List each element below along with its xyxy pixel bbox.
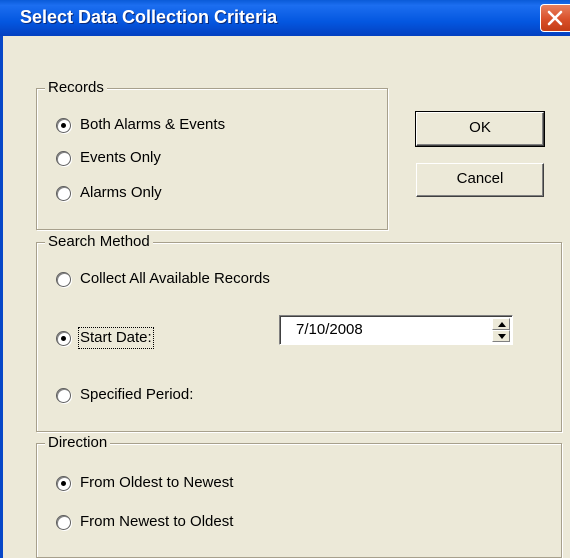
radio-start-date[interactable]: Start Date: bbox=[56, 327, 154, 349]
search-method-legend: Search Method bbox=[45, 233, 153, 251]
radio-collect-all[interactable]: Collect All Available Records bbox=[56, 270, 270, 288]
radio-button[interactable] bbox=[56, 271, 71, 287]
radio-events-only[interactable]: Events Only bbox=[56, 149, 161, 167]
ok-button[interactable]: OK bbox=[415, 111, 545, 147]
start-date-field[interactable]: 7/10/2008 bbox=[279, 315, 513, 345]
window-left-border bbox=[0, 36, 3, 558]
direction-group: Direction bbox=[36, 434, 562, 558]
radio-label: Start Date: bbox=[78, 327, 154, 349]
radio-newest-to-oldest[interactable]: From Newest to Oldest bbox=[56, 513, 233, 531]
radio-button[interactable] bbox=[56, 150, 71, 166]
radio-button[interactable] bbox=[56, 514, 71, 530]
radio-label: Specified Period: bbox=[80, 386, 194, 403]
radio-button[interactable] bbox=[56, 387, 71, 403]
radio-button[interactable] bbox=[56, 475, 71, 491]
close-button[interactable] bbox=[540, 4, 570, 32]
direction-legend: Direction bbox=[45, 434, 111, 452]
start-date-value[interactable]: 7/10/2008 bbox=[296, 321, 363, 339]
radio-label: Both Alarms & Events bbox=[80, 116, 226, 133]
window-title: Select Data Collection Criteria bbox=[20, 7, 278, 27]
spin-up-button[interactable] bbox=[492, 318, 510, 330]
radio-both-alarms-events[interactable]: Both Alarms & Events bbox=[56, 116, 225, 134]
radio-label: Alarms Only bbox=[80, 184, 162, 201]
radio-button[interactable] bbox=[56, 185, 71, 201]
radio-label: Events Only bbox=[80, 149, 161, 166]
radio-button[interactable] bbox=[56, 117, 71, 133]
radio-specified-period[interactable]: Specified Period: bbox=[56, 386, 193, 404]
radio-label: From Newest to Oldest bbox=[80, 513, 234, 530]
spin-down-button[interactable] bbox=[492, 330, 510, 342]
radio-oldest-to-newest[interactable]: From Oldest to Newest bbox=[56, 474, 233, 492]
cancel-button[interactable]: Cancel bbox=[416, 163, 544, 197]
radio-alarms-only[interactable]: Alarms Only bbox=[56, 184, 162, 202]
radio-label: From Oldest to Newest bbox=[80, 474, 234, 491]
radio-button[interactable] bbox=[56, 330, 71, 346]
date-spinner[interactable] bbox=[492, 318, 510, 342]
title-bar[interactable]: Select Data Collection Criteria bbox=[0, 0, 570, 36]
records-legend: Records bbox=[45, 79, 107, 97]
dialog-window: Select Data Collection Criteria Records … bbox=[0, 0, 570, 558]
radio-label: Collect All Available Records bbox=[80, 270, 270, 287]
